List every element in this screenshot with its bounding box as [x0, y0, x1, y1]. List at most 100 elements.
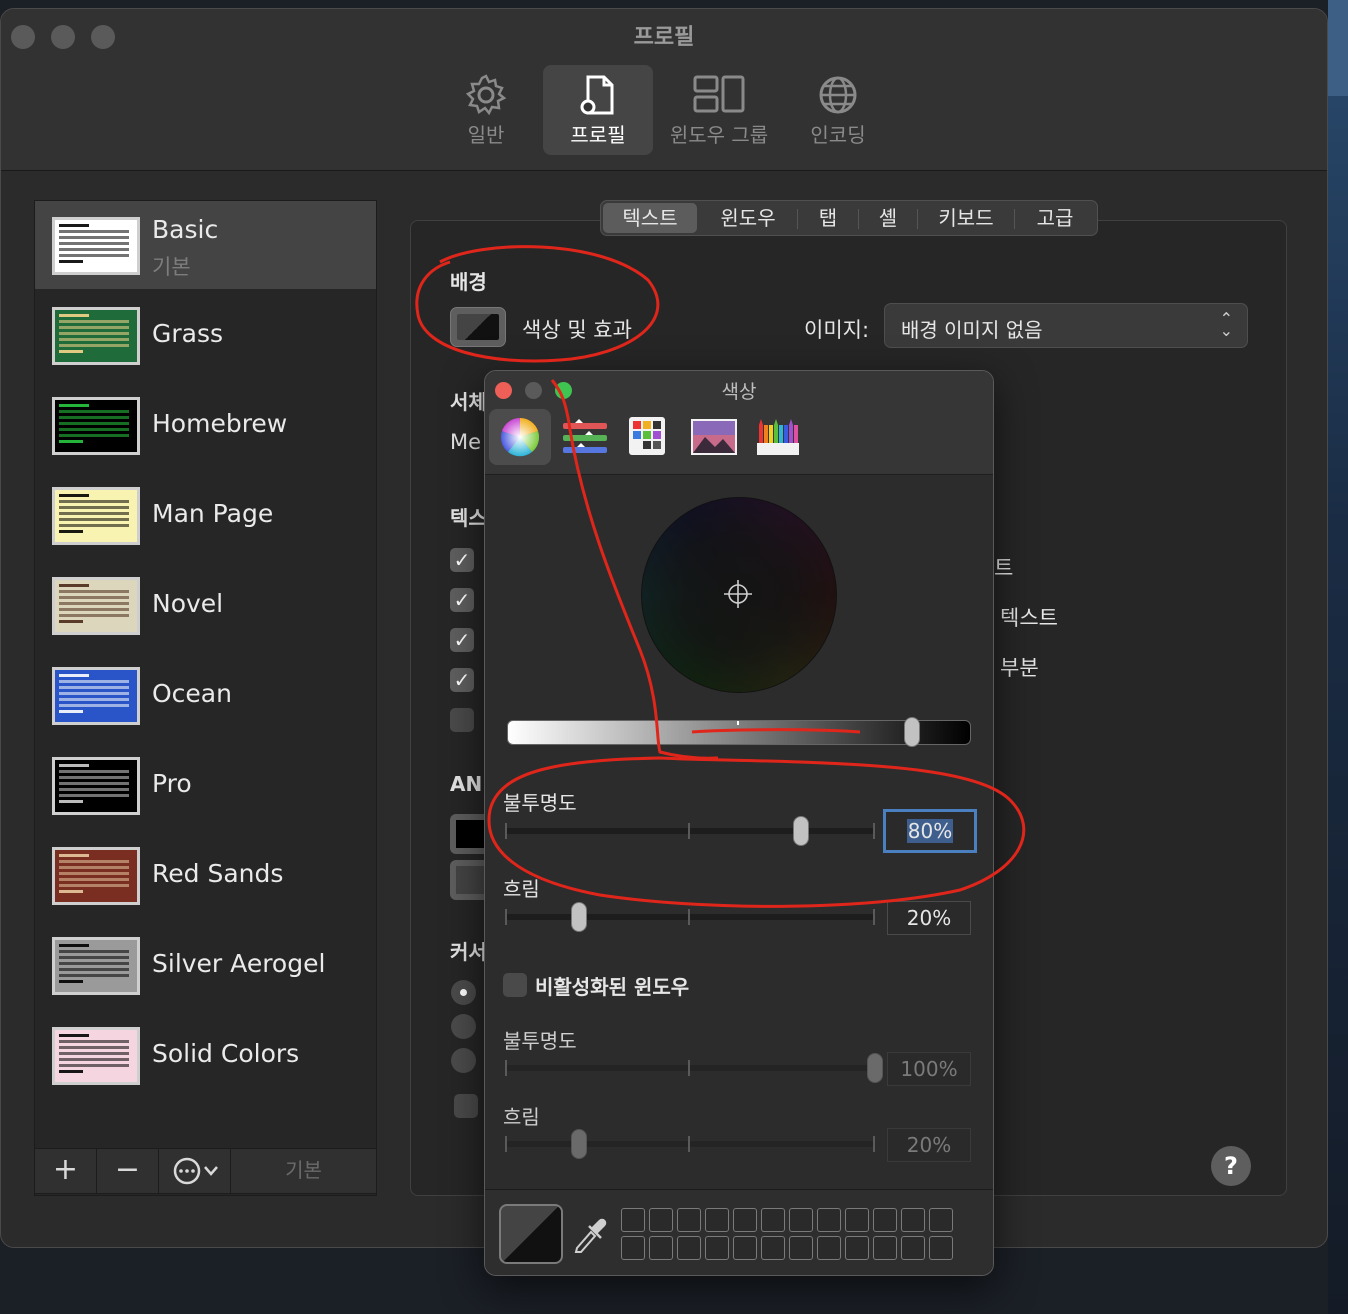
color-wheel-mode[interactable] [489, 409, 551, 465]
help-button[interactable]: ? [1211, 1146, 1251, 1186]
cursor-blink-checkbox[interactable] [454, 1094, 478, 1118]
saved-color-cell[interactable] [705, 1208, 729, 1232]
tab-keyboard[interactable]: 키보드 [918, 203, 1014, 233]
cursor-heading: 커서 [450, 940, 487, 964]
saved-color-cell[interactable] [705, 1236, 729, 1260]
saved-color-cell[interactable] [761, 1236, 785, 1260]
profile-item[interactable]: Solid Colors [35, 1011, 376, 1099]
image-palettes-mode[interactable] [683, 409, 745, 465]
profile-item[interactable]: Basic 기본 [35, 201, 376, 289]
text-option-checkbox-4[interactable]: ✓ [450, 668, 474, 692]
brightness-slider-knob[interactable] [904, 717, 920, 747]
saved-color-cell[interactable] [901, 1236, 925, 1260]
window-group-icon [693, 75, 745, 113]
profile-item[interactable]: Red Sands [35, 831, 376, 919]
eyedropper-icon[interactable] [571, 1214, 607, 1254]
saved-color-cell[interactable] [845, 1236, 869, 1260]
set-default-button[interactable]: 기본 [231, 1149, 376, 1193]
toolbar-general-label: 일반 [467, 123, 505, 147]
opacity-slider[interactable] [505, 816, 875, 846]
opacity-slider-knob[interactable] [793, 816, 809, 846]
saved-color-cell[interactable] [677, 1208, 701, 1232]
profile-name: Silver Aerogel [152, 949, 326, 978]
palette-grid-icon [629, 417, 665, 455]
text-option-checkbox-2[interactable]: ✓ [450, 588, 474, 612]
blur-slider-knob[interactable] [571, 902, 587, 932]
profile-doc-icon [580, 75, 614, 115]
saved-color-cell[interactable] [789, 1236, 813, 1260]
inactive-opacity-value-field[interactable]: 100% [887, 1052, 971, 1086]
background-image-value: 배경 이미지 없음 [901, 318, 1043, 342]
saved-color-cell[interactable] [901, 1208, 925, 1232]
saved-color-cell[interactable] [789, 1208, 813, 1232]
profile-item[interactable]: Silver Aerogel [35, 921, 376, 1009]
background-color-swatch[interactable] [450, 307, 506, 347]
profile-item[interactable]: Ocean [35, 651, 376, 739]
inactive-blur-slider-knob[interactable] [571, 1129, 587, 1159]
profile-item[interactable]: Novel [35, 561, 376, 649]
color-palettes-mode[interactable] [617, 409, 679, 465]
tab-text[interactable]: 텍스트 [603, 203, 697, 233]
tab-advanced[interactable]: 고급 [1015, 203, 1095, 233]
opacity-value-field[interactable]: 80% [883, 809, 977, 853]
remove-profile-button[interactable]: − [97, 1149, 159, 1193]
saved-color-cell[interactable] [845, 1208, 869, 1232]
saved-color-cell[interactable] [621, 1208, 645, 1232]
saved-color-cell[interactable] [817, 1236, 841, 1260]
inactive-opacity-label: 불투명도 [503, 1029, 577, 1053]
profile-item[interactable]: Man Page [35, 471, 376, 559]
inactive-blur-value-field[interactable]: 20% [887, 1128, 971, 1162]
text-option-checkbox-5[interactable] [450, 708, 474, 732]
profile-item[interactable]: Grass [35, 291, 376, 379]
add-profile-button[interactable]: + [35, 1149, 97, 1193]
crosshair-icon [724, 580, 752, 608]
toolbar-encoding[interactable]: 인코딩 [783, 65, 893, 155]
inactive-blur-slider[interactable] [505, 1129, 875, 1159]
crayons-mode[interactable] [747, 409, 809, 465]
saved-color-cell[interactable] [761, 1208, 785, 1232]
profile-thumbnail [52, 487, 140, 545]
tab-tab[interactable]: 탭 [798, 203, 858, 233]
inactive-opacity-slider[interactable] [505, 1053, 883, 1083]
saved-color-cell[interactable] [733, 1236, 757, 1260]
saved-color-cell[interactable] [677, 1236, 701, 1260]
background-heading: 배경 [450, 270, 487, 294]
profile-thumbnail [52, 937, 140, 995]
saved-color-cell[interactable] [929, 1236, 953, 1260]
inactive-opacity-slider-knob[interactable] [867, 1053, 883, 1083]
color-sliders-mode[interactable] [555, 409, 617, 465]
image-label: 이미지: [804, 318, 870, 342]
brightness-slider[interactable] [507, 717, 971, 747]
saved-color-cell[interactable] [873, 1236, 897, 1260]
text-option-checkbox-1[interactable]: ✓ [450, 548, 474, 572]
saved-color-cell[interactable] [817, 1208, 841, 1232]
blur-value-field[interactable]: 20% [887, 901, 971, 935]
profile-item[interactable]: Homebrew [35, 381, 376, 469]
cursor-style-radio-2[interactable] [451, 1014, 476, 1039]
toolbar-general[interactable]: 일반 [431, 65, 541, 155]
saved-color-cell[interactable] [649, 1236, 673, 1260]
saved-color-cell[interactable] [621, 1236, 645, 1260]
profile-name: Grass [152, 319, 224, 348]
gear-icon [465, 74, 507, 116]
saved-color-cell[interactable] [929, 1208, 953, 1232]
saved-color-cell[interactable] [733, 1208, 757, 1232]
cursor-style-radio-3[interactable] [451, 1048, 476, 1073]
profile-subtitle: 기본 [152, 255, 191, 279]
saved-color-cell[interactable] [873, 1208, 897, 1232]
tab-window[interactable]: 윈도우 [699, 203, 797, 233]
profile-item[interactable]: Pro [35, 741, 376, 829]
background-image-select[interactable]: 배경 이미지 없음 ⌃ ⌄ [884, 303, 1248, 348]
tab-shell[interactable]: 셸 [859, 203, 917, 233]
current-color-well[interactable] [499, 1204, 563, 1264]
cursor-style-radio-1[interactable] [451, 980, 476, 1005]
toolbar-window-groups[interactable]: 윈도우 그룹 [663, 65, 775, 155]
blur-slider[interactable] [505, 902, 875, 932]
inactive-blur-label: 흐림 [503, 1105, 540, 1129]
opacity-label: 불투명도 [503, 791, 577, 815]
text-option-checkbox-3[interactable]: ✓ [450, 628, 474, 652]
saved-color-cell[interactable] [649, 1208, 673, 1232]
inactive-window-checkbox[interactable] [503, 973, 527, 997]
more-actions-button[interactable] [159, 1149, 231, 1193]
toolbar-profiles[interactable]: 프로필 [543, 65, 653, 155]
